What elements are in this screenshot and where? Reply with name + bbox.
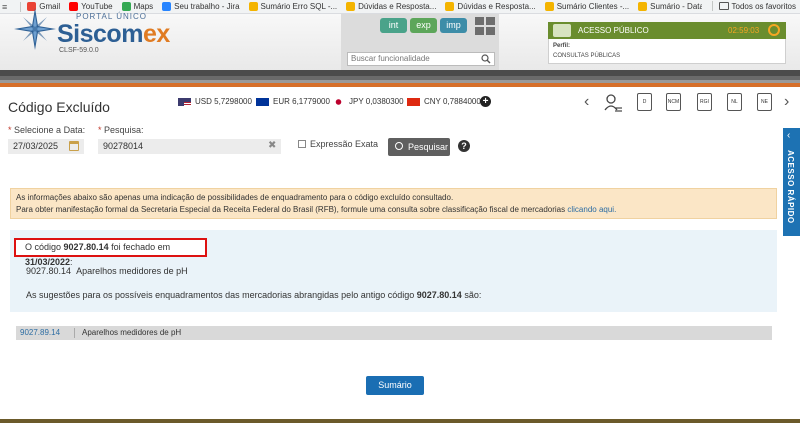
currency-eur: EUR 6,1779000	[256, 97, 330, 106]
page-icon	[248, 2, 258, 11]
search-label: * Pesquisa:	[98, 125, 144, 135]
int-button[interactable]: int	[380, 18, 407, 33]
bookmark-separator	[711, 1, 713, 11]
person-search-icon[interactable]	[603, 93, 623, 113]
table-row: 9027.89.14 Aparelhos medidores de pH	[16, 326, 772, 340]
bookmark-jira[interactable]: Seu trabalho - Jira	[162, 2, 240, 11]
column-divider	[74, 328, 75, 338]
brand-main: Siscom	[57, 20, 143, 48]
search-button[interactable]: Pesquisar	[388, 138, 450, 156]
folder-icon	[718, 2, 729, 10]
closed-code-notice: O código 9027.80.14 foi fechado em 31/03…	[14, 238, 207, 267]
page-icon	[346, 2, 356, 11]
page-icon	[638, 2, 648, 11]
apps-icon[interactable]: ≡	[2, 2, 7, 12]
chevron-left-icon[interactable]: ‹	[584, 93, 589, 111]
grid-menu-icon[interactable]	[475, 17, 495, 35]
doc-button-ncm[interactable]: NCM	[666, 93, 681, 111]
header-stripe	[0, 70, 800, 87]
currency-usd: USD 5,7298000	[178, 97, 252, 106]
bookmark-youtube[interactable]: YouTube	[69, 2, 113, 11]
suggestion-description: Aparelhos medidores de pH	[82, 328, 182, 337]
consult-link[interactable]: clicando aqui.	[567, 205, 616, 214]
suggestion-intro: As sugestões para os possíveis enquadram…	[26, 290, 482, 300]
quick-access-tab[interactable]: ‹ ACESSO RÁPIDO	[783, 128, 800, 236]
info-line-1: As informações abaixo são apenas uma ind…	[16, 193, 454, 202]
page-icon	[544, 2, 554, 11]
exp-button[interactable]: exp	[410, 18, 437, 33]
imp-button[interactable]: imp	[440, 18, 467, 33]
bookmark-sumario-erro[interactable]: Sumário Erro SQL -...	[248, 2, 337, 11]
doc-button-ne[interactable]: NE	[757, 93, 772, 111]
calendar-icon[interactable]	[69, 141, 79, 151]
chevron-left-icon: ‹	[787, 130, 791, 141]
info-line-2: Para obter manifestação formal da Secret…	[16, 205, 617, 214]
exact-label: Expressão Exata	[310, 139, 379, 149]
code-search-input[interactable]: 90278014	[98, 139, 281, 154]
currency-jpy: JPY 0,0380300	[332, 97, 404, 106]
compass-star-icon	[14, 8, 56, 50]
exact-checkbox[interactable]	[298, 140, 306, 148]
date-label: * Selecione a Data:	[8, 125, 86, 135]
help-icon[interactable]: ?	[458, 140, 470, 152]
footer-stripe	[0, 419, 800, 423]
currency-cny: CNY 0,7884000	[407, 97, 481, 106]
doc-button-d[interactable]: D	[637, 93, 652, 111]
info-notice: As informações abaixo são apenas uma ind…	[10, 188, 777, 219]
bookmark-duvidas-2[interactable]: Dúvidas e Resposta...	[445, 2, 536, 11]
version-label: CLSF-59.0.0	[59, 47, 99, 54]
eu-flag-icon	[256, 97, 269, 106]
doc-button-nl[interactable]: NL	[727, 93, 742, 111]
clear-icon[interactable]: ✖	[268, 140, 276, 151]
search-icon[interactable]	[481, 54, 491, 64]
chevron-right-icon[interactable]: ›	[784, 93, 789, 111]
jp-flag-icon	[332, 97, 345, 106]
access-title: ACESSO PÚBLICO	[578, 26, 649, 35]
cn-flag-icon	[407, 97, 420, 106]
page-icon	[445, 2, 455, 11]
bookmark-sumario-clientes[interactable]: Sumário Clientes -...	[544, 2, 629, 11]
sumario-button[interactable]: Sumário	[366, 376, 424, 395]
maps-icon	[121, 2, 131, 11]
suggestion-code-link[interactable]: 9027.89.14	[20, 326, 60, 340]
user-card-icon	[553, 24, 571, 37]
excluded-item: 9027.80.14 Aparelhos medidores de pH	[26, 266, 188, 276]
us-flag-icon	[178, 97, 191, 106]
page-title: Código Excluído	[8, 99, 110, 115]
brand-logo[interactable]: Siscomex	[57, 20, 170, 49]
search-icon	[395, 142, 403, 150]
power-icon[interactable]	[768, 24, 780, 36]
doc-button-rgi[interactable]: RGI	[697, 93, 712, 111]
quick-access-label: ACESSO RÁPIDO	[786, 150, 795, 224]
youtube-icon	[69, 2, 79, 11]
jira-icon	[162, 2, 172, 11]
perfil-label: Perfil:	[553, 43, 571, 49]
perfil-value: CONSULTAS PÚBLICAS	[553, 53, 621, 59]
function-search-input[interactable]: Buscar funcionalidade	[347, 52, 495, 66]
search-placeholder: Buscar funcionalidade	[351, 54, 430, 63]
all-bookmarks[interactable]: Todos os favoritos	[701, 1, 796, 11]
bookmark-maps[interactable]: Maps	[121, 2, 153, 11]
brand-accent: ex	[142, 20, 170, 48]
session-timer: 02:59:03	[728, 26, 760, 35]
add-currency-icon[interactable]: +	[480, 96, 491, 107]
bookmark-duvidas-1[interactable]: Dúvidas e Resposta...	[346, 2, 436, 11]
